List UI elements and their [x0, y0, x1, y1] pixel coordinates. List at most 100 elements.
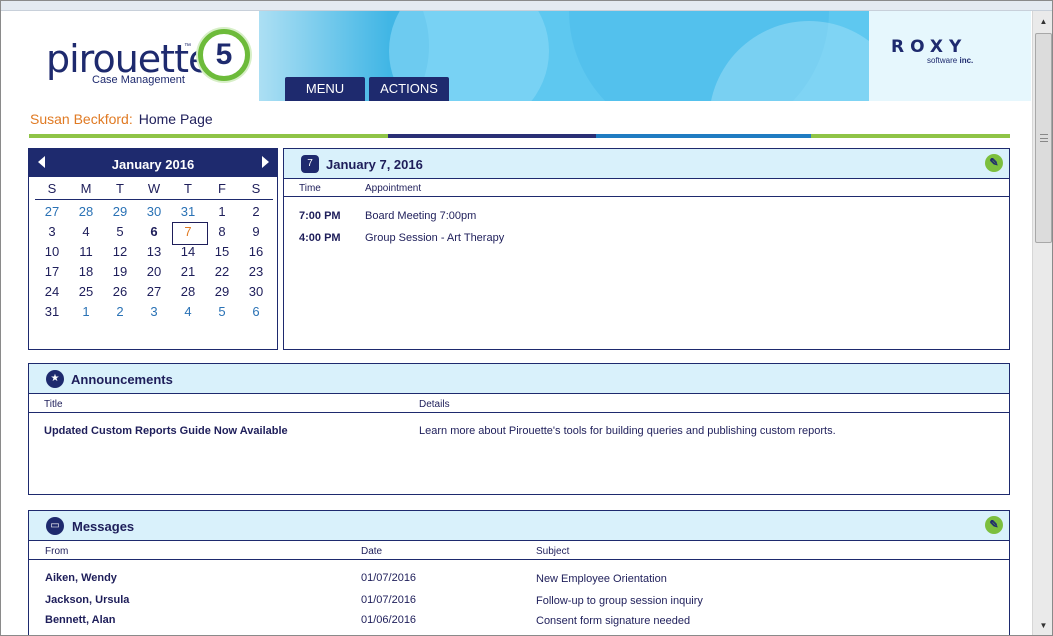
calendar-day[interactable]: 4	[69, 222, 103, 242]
calendar-day[interactable]: 2	[239, 202, 273, 222]
appointment-link[interactable]: Board Meeting 7:00pm	[365, 210, 476, 222]
calendar-day[interactable]: 6	[239, 302, 273, 322]
chat-icon: ▭	[46, 517, 64, 535]
message-from[interactable]: Jackson, Ursula	[45, 594, 129, 606]
announcements-panel: ★ Announcements Title Details Updated Cu…	[28, 363, 1010, 495]
weekday-label: T	[116, 181, 124, 196]
calendar-day[interactable]: 27	[137, 282, 171, 302]
col-header-from: From	[45, 546, 69, 557]
calendar-week-row: 27 28 29 30 31 1 2	[35, 202, 273, 222]
scroll-thumb[interactable]	[1035, 33, 1052, 243]
calendar-day[interactable]: 6	[137, 222, 171, 242]
calendar-day[interactable]: 9	[239, 222, 273, 242]
col-header-title: Title	[44, 399, 63, 410]
col-header-date: Date	[361, 546, 383, 557]
message-date: 01/07/2016	[361, 572, 417, 584]
appointment-time: 7:00 PM	[299, 210, 341, 222]
announcements-header: ★ Announcements	[29, 364, 1009, 394]
col-header-appointment: Appointment	[365, 183, 422, 194]
calendar-day[interactable]: 31	[171, 202, 205, 222]
calendar-day[interactable]: 22	[205, 262, 239, 282]
message-from[interactable]: Aiken, Wendy	[45, 572, 117, 584]
calendar-header: January 2016	[29, 149, 277, 177]
messages-panel: ▭ Messages ✎ From Date Subject Aiken, We…	[28, 510, 1010, 635]
announcements-title: Announcements	[71, 372, 173, 387]
wrench-icon[interactable]: ✎	[985, 154, 1003, 172]
calendar-day[interactable]: 3	[35, 222, 69, 242]
calendar-day[interactable]: 3	[137, 302, 171, 322]
weekday-label: M	[80, 181, 92, 196]
vertical-scrollbar[interactable]: ▲ ▼	[1032, 11, 1052, 635]
actions-button[interactable]: ACTIONS	[369, 77, 449, 101]
message-subject[interactable]: Consent form signature needed	[536, 615, 690, 627]
calendar-day[interactable]: 5	[103, 222, 137, 242]
calendar-day[interactable]: 15	[205, 242, 239, 262]
calendar-day[interactable]: 21	[171, 262, 205, 282]
header-divider	[29, 559, 1009, 560]
calendar-day[interactable]: 25	[69, 282, 103, 302]
calendar-icon: 7	[301, 155, 319, 173]
roxy-sub-2: inc.	[959, 56, 974, 65]
message-subject[interactable]: New Employee Orientation	[536, 573, 667, 585]
message-date: 01/06/2016	[361, 614, 417, 626]
calendar-day[interactable]: 1	[69, 302, 103, 322]
calendar-week-row: 3456789	[35, 222, 273, 245]
weekday-label: F	[218, 181, 226, 196]
header-divider	[29, 412, 1009, 413]
header-divider	[284, 196, 1009, 197]
calendar-day[interactable]: 17	[35, 262, 69, 282]
calendar-day[interactable]: 23	[239, 262, 273, 282]
calendar-day[interactable]: 11	[69, 242, 103, 262]
calendar-week-row: 24 25 26 27 28 29 30	[35, 282, 273, 302]
calendar-week-row: 31 1 2 3 4 5 6	[35, 302, 273, 322]
calendar-day[interactable]: 29	[205, 282, 239, 302]
scroll-down-icon[interactable]: ▼	[1035, 617, 1052, 634]
calendar-day[interactable]: 10	[35, 242, 69, 262]
calendar-day[interactable]: 5	[205, 302, 239, 322]
menu-button[interactable]: MENU	[285, 77, 365, 101]
calendar-day[interactable]: 31	[35, 302, 69, 322]
calendar-day[interactable]: 2	[103, 302, 137, 322]
calendar-day[interactable]: 8	[205, 222, 239, 242]
calendar-day[interactable]: 28	[69, 202, 103, 222]
breadcrumb: Susan Beckford: Home Page	[30, 111, 213, 127]
calendar-week-row: 17 18 19 20 21 22 23	[35, 262, 273, 282]
breadcrumb-user: Susan Beckford:	[30, 111, 133, 127]
roxy-sub-1: software	[927, 56, 958, 65]
message-subject[interactable]: Follow-up to group session inquiry	[536, 595, 703, 607]
divider-segment	[388, 134, 596, 138]
calendar-day[interactable]: 1	[205, 202, 239, 222]
calendar-day[interactable]: 24	[35, 282, 69, 302]
star-icon: ★	[46, 370, 64, 388]
message-from[interactable]: Bennett, Alan	[45, 614, 116, 626]
calendar-day[interactable]: 28	[171, 282, 205, 302]
breadcrumb-page: Home Page	[138, 111, 213, 127]
calendar-day[interactable]: 12	[103, 242, 137, 262]
divider-segment	[811, 134, 1010, 138]
weekday-label: W	[147, 181, 161, 196]
calendar-day[interactable]: 4	[171, 302, 205, 322]
triangle-right-icon[interactable]	[262, 156, 269, 168]
wrench-icon[interactable]: ✎	[985, 516, 1003, 534]
calendar-day[interactable]: 18	[69, 262, 103, 282]
calendar-day[interactable]: 30	[137, 202, 171, 222]
appointment-link[interactable]: Group Session - Art Therapy	[365, 232, 504, 244]
app-header: pirouette ™ Case Management 5 ROXY softw…	[9, 11, 1031, 101]
calendar-month-year: January 2016	[111, 157, 195, 172]
calendar-day[interactable]: 20	[137, 262, 171, 282]
calendar-widget: January 2016 S M T W T F S 27 28 29 30 31 1 2 3 4 5 6 7 8 9 1…	[28, 148, 278, 350]
calendar-day[interactable]: 7	[171, 222, 208, 245]
calendar-day[interactable]: 30	[239, 282, 273, 302]
announcement-title-link[interactable]: Updated Custom Reports Guide Now Availab…	[44, 425, 288, 437]
scroll-up-icon[interactable]: ▲	[1035, 13, 1052, 30]
divider-segment	[29, 134, 388, 138]
calendar-day[interactable]: 16	[239, 242, 273, 262]
calendar-day[interactable]: 14	[171, 242, 205, 262]
calendar-day[interactable]: 13	[137, 242, 171, 262]
weekday-label: S	[47, 181, 57, 196]
divider-segment	[596, 134, 811, 138]
calendar-day[interactable]: 19	[103, 262, 137, 282]
calendar-day[interactable]: 26	[103, 282, 137, 302]
calendar-day[interactable]: 29	[103, 202, 137, 222]
calendar-day[interactable]: 27	[35, 202, 69, 222]
